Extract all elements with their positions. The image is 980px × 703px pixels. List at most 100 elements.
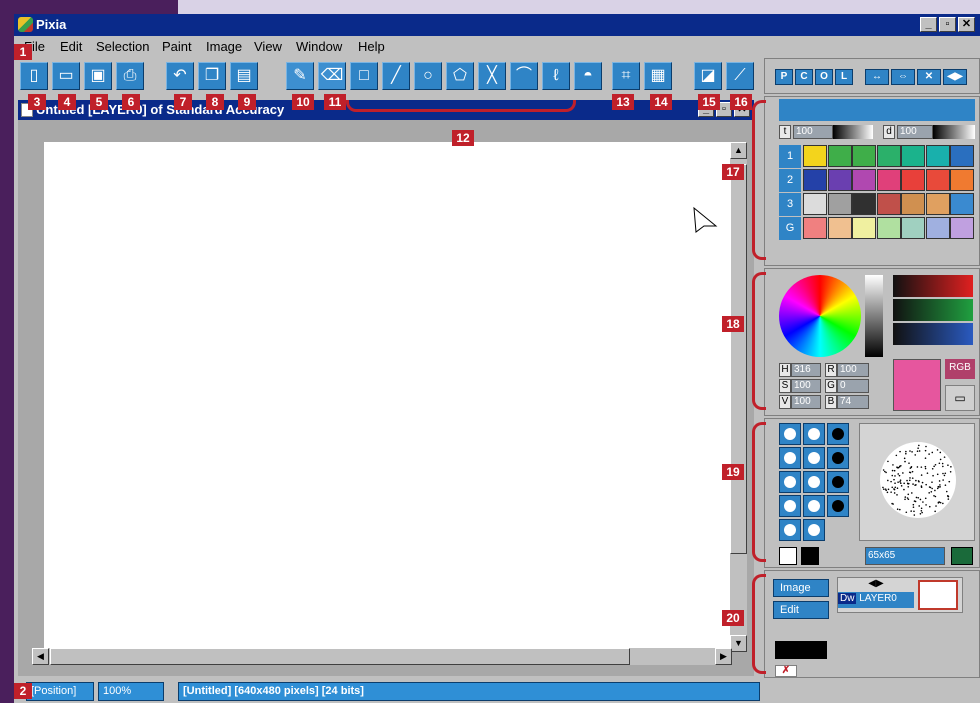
scroll-right-icon[interactable]: ▶ [715, 648, 732, 665]
tab-color[interactable]: C [795, 69, 813, 85]
palette-swatch[interactable] [901, 217, 925, 239]
t-gradient[interactable] [833, 125, 873, 139]
mosaic-tool[interactable]: ▦ [644, 62, 672, 90]
brush-shape[interactable] [779, 423, 801, 445]
line-tool[interactable]: ╱ [382, 62, 410, 90]
pen-style-row[interactable] [779, 99, 975, 121]
layer-edit-button[interactable]: Edit [773, 601, 829, 619]
green-gradient[interactable] [893, 299, 973, 321]
brush-shape[interactable] [779, 495, 801, 517]
panel-expand-button[interactable]: ↔ [865, 69, 889, 85]
palette-swatch[interactable] [925, 193, 950, 215]
horizontal-scroll-thumb[interactable] [50, 648, 630, 665]
horizontal-scrollbar[interactable]: ◀ ▶ [32, 648, 732, 665]
layer-list[interactable]: ◀▶ Dw LAYER0 [837, 577, 963, 613]
menu-paint[interactable]: Paint [162, 39, 192, 54]
brush-shape[interactable] [827, 495, 849, 517]
palette-swatch[interactable] [827, 145, 852, 167]
s-value[interactable]: 100 [791, 379, 821, 393]
palette-swatch[interactable] [950, 193, 974, 215]
palette-swatch[interactable] [803, 145, 827, 167]
lasso-tool[interactable]: ℓ [542, 62, 570, 90]
menu-edit[interactable]: Edit [60, 39, 82, 54]
vertical-scrollbar[interactable]: ▲ ▼ [730, 142, 747, 652]
palette-swatch[interactable] [876, 193, 901, 215]
brush-shape[interactable] [827, 471, 849, 493]
ellipse-tool[interactable]: ○ [414, 62, 442, 90]
palette-swatch[interactable] [901, 193, 925, 215]
scroll-down-icon[interactable]: ▼ [730, 635, 747, 652]
smudge-tool[interactable]: ⟋ [726, 62, 754, 90]
close-button[interactable]: ✕ [958, 17, 975, 32]
palette-swatch[interactable] [827, 193, 852, 215]
brush-size-field[interactable]: 65x65 [865, 547, 945, 565]
bucket-tool[interactable]: ◪ [694, 62, 722, 90]
palette-swatch[interactable] [852, 217, 876, 239]
save-file-button[interactable]: ▣ [84, 62, 112, 90]
drawing-canvas[interactable] [44, 142, 730, 648]
palette-swatch[interactable] [901, 145, 925, 167]
palette-row-1[interactable]: 1 [779, 145, 801, 168]
palette-swatch[interactable] [852, 145, 876, 167]
palette-swatch[interactable] [925, 145, 950, 167]
menu-view[interactable]: View [254, 39, 282, 54]
tab-options[interactable]: O [815, 69, 833, 85]
copy-button[interactable]: ❐ [198, 62, 226, 90]
r-value[interactable]: 100 [837, 363, 869, 377]
palette-swatch[interactable] [950, 145, 974, 167]
palette-swatch[interactable] [852, 193, 876, 215]
palette-swatch[interactable] [803, 169, 827, 191]
scroll-up-icon[interactable]: ▲ [730, 142, 747, 159]
palette-swatch[interactable] [876, 169, 901, 191]
palette-swatch[interactable] [876, 145, 901, 167]
d-value[interactable]: 100 [897, 125, 933, 139]
color-wheel[interactable] [779, 275, 861, 357]
fill-tool[interactable]: ◓ [574, 62, 602, 90]
scroll-left-icon[interactable]: ◀ [32, 648, 49, 665]
panel-stretch-button[interactable]: ⇔ [891, 69, 915, 85]
t-value[interactable]: 100 [793, 125, 833, 139]
blue-gradient[interactable] [893, 323, 973, 345]
menu-help[interactable]: Help [358, 39, 385, 54]
menu-image[interactable]: Image [206, 39, 242, 54]
curve-tool[interactable]: ⌒ [510, 62, 538, 90]
palette-swatch[interactable] [950, 217, 974, 239]
palette-swatch[interactable] [803, 193, 827, 215]
current-color-swatch[interactable] [893, 359, 941, 411]
b-value[interactable]: 74 [837, 395, 869, 409]
brush-shape[interactable] [827, 447, 849, 469]
layer-row[interactable]: Dw LAYER0 [838, 592, 914, 608]
palette-swatch[interactable] [925, 169, 950, 191]
brush-shape[interactable] [803, 519, 825, 541]
palette-swatch[interactable] [827, 217, 852, 239]
rectangle-tool[interactable]: □ [350, 62, 378, 90]
palette-swatch[interactable] [950, 169, 974, 191]
palette-swatch[interactable] [925, 217, 950, 239]
panel-close-button[interactable]: ✕ [917, 69, 941, 85]
brush-shape[interactable] [803, 471, 825, 493]
brush-shape[interactable] [803, 423, 825, 445]
rgb-mode-button[interactable]: RGB [945, 359, 975, 379]
black-brush-swatch[interactable] [801, 547, 819, 565]
eraser-tool[interactable]: ⌫ [318, 62, 346, 90]
h-value[interactable]: 316 [791, 363, 821, 377]
layer-toggle-icon[interactable]: ◀▶ [838, 578, 914, 590]
layer-image-button[interactable]: Image [773, 579, 829, 597]
brightness-slider[interactable] [865, 275, 883, 357]
palette-swatch[interactable] [852, 169, 876, 191]
open-file-button[interactable]: ▭ [52, 62, 80, 90]
brush-shape[interactable] [803, 447, 825, 469]
brush-shape[interactable] [779, 519, 801, 541]
tab-pen[interactable]: P [775, 69, 793, 85]
paste-button[interactable]: ▤ [230, 62, 258, 90]
palette-swatch[interactable] [803, 217, 827, 239]
crop-tool[interactable]: ⌗ [612, 62, 640, 90]
palette-swatch[interactable] [876, 217, 901, 239]
brush-grid[interactable] [779, 423, 853, 543]
palette-swatch[interactable] [827, 169, 852, 191]
tab-layer[interactable]: L [835, 69, 853, 85]
brush-shape[interactable] [803, 495, 825, 517]
d-gradient[interactable] [933, 125, 975, 139]
white-brush-swatch[interactable] [779, 547, 797, 565]
minimize-button[interactable]: _ [920, 17, 937, 32]
